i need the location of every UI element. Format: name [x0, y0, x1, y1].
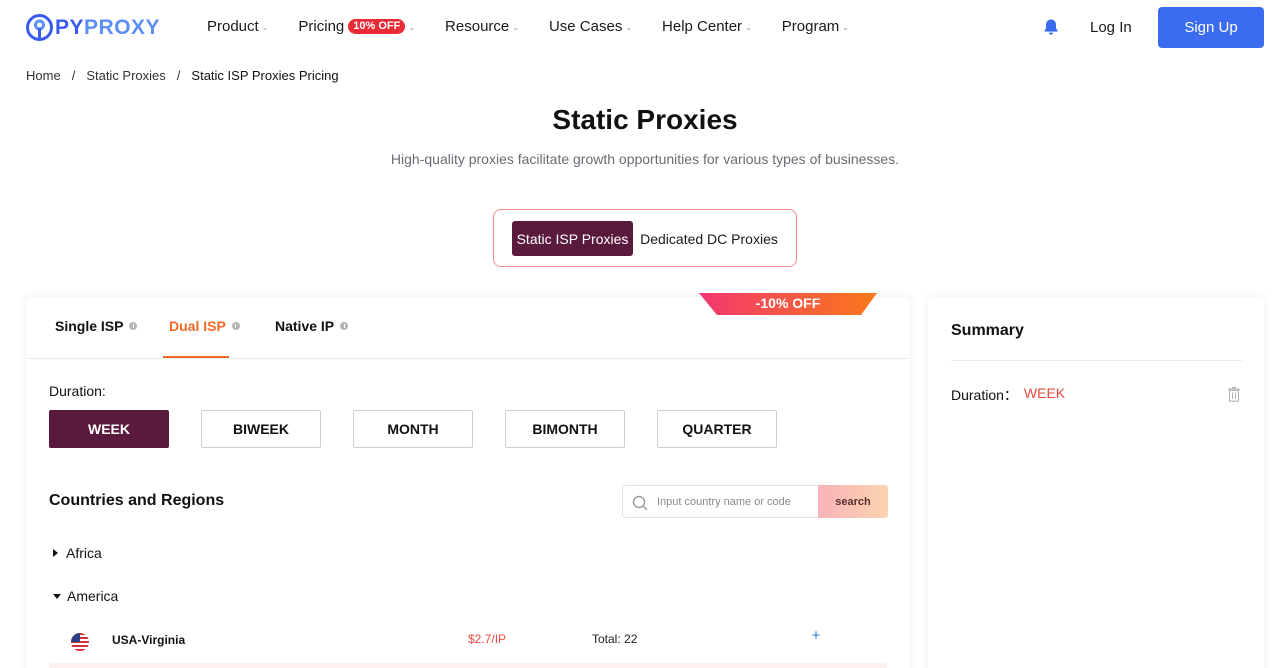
top-header: PYPROXY Product ⌄ Pricing 10% OFF ⌄ Reso… — [0, 0, 1280, 56]
chevron-down-icon: ⌄ — [625, 23, 633, 32]
duration-bimonth-button[interactable]: BIMONTH — [505, 410, 625, 448]
info-icon[interactable] — [231, 322, 240, 330]
us-flag-icon — [71, 633, 89, 651]
breadcrumb-separator: / — [71, 68, 76, 83]
plan-card: Single ISP Dual ISP Native IP Duration: … — [26, 297, 910, 668]
breadcrumb-current: Static ISP Proxies Pricing — [191, 68, 339, 83]
tab-native-ip[interactable]: Native IP — [275, 318, 349, 334]
region-africa[interactable]: Africa — [53, 545, 102, 561]
discount-ribbon-label: -10% OFF — [755, 295, 821, 311]
login-link[interactable]: Log In — [1090, 19, 1132, 36]
nav-help-center[interactable]: Help Center ⌄ — [662, 18, 752, 35]
summary-duration-value: WEEK — [1023, 385, 1066, 401]
discount-badge: 10% OFF — [348, 19, 406, 34]
nav-program[interactable]: Program ⌄ — [782, 18, 849, 35]
country-row: USA-Virginia $2.7/IP Total: 22 + — [26, 624, 910, 656]
info-icon[interactable] — [340, 322, 349, 330]
chevron-down-icon: ⌄ — [408, 23, 416, 32]
nav-program-label: Program — [781, 18, 840, 35]
tab-single-isp-label: Single ISP — [55, 318, 124, 334]
logo[interactable]: PYPROXY — [25, 13, 160, 42]
active-tab-indicator — [163, 356, 229, 358]
tab-native-ip-label: Native IP — [275, 318, 335, 334]
logo-mark-icon — [26, 14, 53, 41]
table-row — [49, 663, 887, 668]
duration-quarter-button[interactable]: QUARTER — [657, 410, 777, 448]
nav-use-cases-label: Use Cases — [548, 18, 623, 35]
logo-text-rest: PROXY — [84, 15, 161, 39]
country-search-input[interactable] — [657, 493, 817, 511]
chevron-down-icon: ⌄ — [842, 23, 849, 32]
nav-pricing-label: Pricing — [298, 18, 345, 35]
breadcrumb: Home / Static Proxies / Static ISP Proxi… — [26, 68, 339, 83]
info-icon[interactable] — [129, 322, 138, 330]
logo-text-prefix: PY — [55, 15, 85, 39]
summary-duration: Duration： WEEK — [951, 385, 1065, 405]
country-name: USA-Virginia — [112, 633, 186, 647]
caret-down-icon — [53, 593, 61, 599]
nav-use-cases[interactable]: Use Cases ⌄ — [549, 18, 632, 35]
region-america-label: America — [67, 588, 119, 604]
static-isp-proxies-button[interactable]: Static ISP Proxies — [512, 221, 633, 256]
duration-month-button[interactable]: MONTH — [353, 410, 473, 448]
chevron-down-icon: ⌄ — [512, 23, 519, 32]
country-price: $2.7/IP — [468, 632, 507, 646]
region-africa-label: Africa — [66, 545, 102, 561]
summary-duration-label: Duration： — [951, 387, 1018, 403]
duration-week-button[interactable]: WEEK — [49, 410, 169, 448]
region-america[interactable]: America — [53, 588, 118, 604]
chevron-down-icon: ⌄ — [745, 23, 752, 32]
summary-title: Summary — [951, 322, 1024, 339]
country-total: Total: 22 — [592, 632, 638, 646]
dedicated-dc-proxies-button[interactable]: Dedicated DC Proxies — [639, 221, 779, 256]
discount-ribbon: -10% OFF — [697, 293, 879, 315]
breadcrumb-home[interactable]: Home — [26, 68, 61, 83]
trash-icon[interactable] — [1227, 386, 1241, 402]
tab-dual-isp[interactable]: Dual ISP — [169, 318, 240, 334]
main-nav: Product ⌄ Pricing 10% OFF ⌄ Resource ⌄ U… — [207, 18, 879, 35]
tab-single-isp[interactable]: Single ISP — [55, 318, 138, 334]
duration-label: Duration: — [49, 383, 106, 399]
search-icon — [632, 495, 648, 511]
signup-button[interactable]: Sign Up — [1158, 7, 1264, 48]
chevron-down-icon: ⌄ — [261, 23, 269, 32]
nav-product[interactable]: Product ⌄ — [207, 18, 268, 35]
page-subtitle: High-quality proxies facilitate growth o… — [390, 151, 900, 167]
divider — [951, 360, 1242, 361]
country-search: search — [622, 485, 888, 518]
nav-pricing[interactable]: Pricing 10% OFF ⌄ — [298, 18, 415, 35]
nav-resource-label: Resource — [445, 18, 510, 35]
nav-resource[interactable]: Resource ⌄ — [445, 18, 519, 35]
proxy-type-switch: Static ISP Proxies Dedicated DC Proxies — [493, 209, 797, 267]
nav-product-label: Product — [207, 18, 259, 35]
breadcrumb-separator: / — [176, 68, 181, 83]
nav-help-center-label: Help Center — [662, 18, 743, 35]
duration-biweek-button[interactable]: BIWEEK — [201, 410, 321, 448]
caret-right-icon — [53, 549, 58, 557]
search-button[interactable]: search — [818, 485, 888, 518]
summary-card: Summary Duration： WEEK — [928, 297, 1264, 668]
regions-title: Countries and Regions — [49, 492, 225, 509]
add-country-button[interactable]: + — [809, 627, 823, 644]
logo-text: PYPROXY — [55, 16, 160, 40]
tab-dual-isp-label: Dual ISP — [169, 318, 226, 334]
page-title: Static Proxies — [552, 104, 738, 135]
breadcrumb-static-proxies[interactable]: Static Proxies — [86, 68, 165, 83]
bell-icon[interactable] — [1042, 18, 1060, 36]
